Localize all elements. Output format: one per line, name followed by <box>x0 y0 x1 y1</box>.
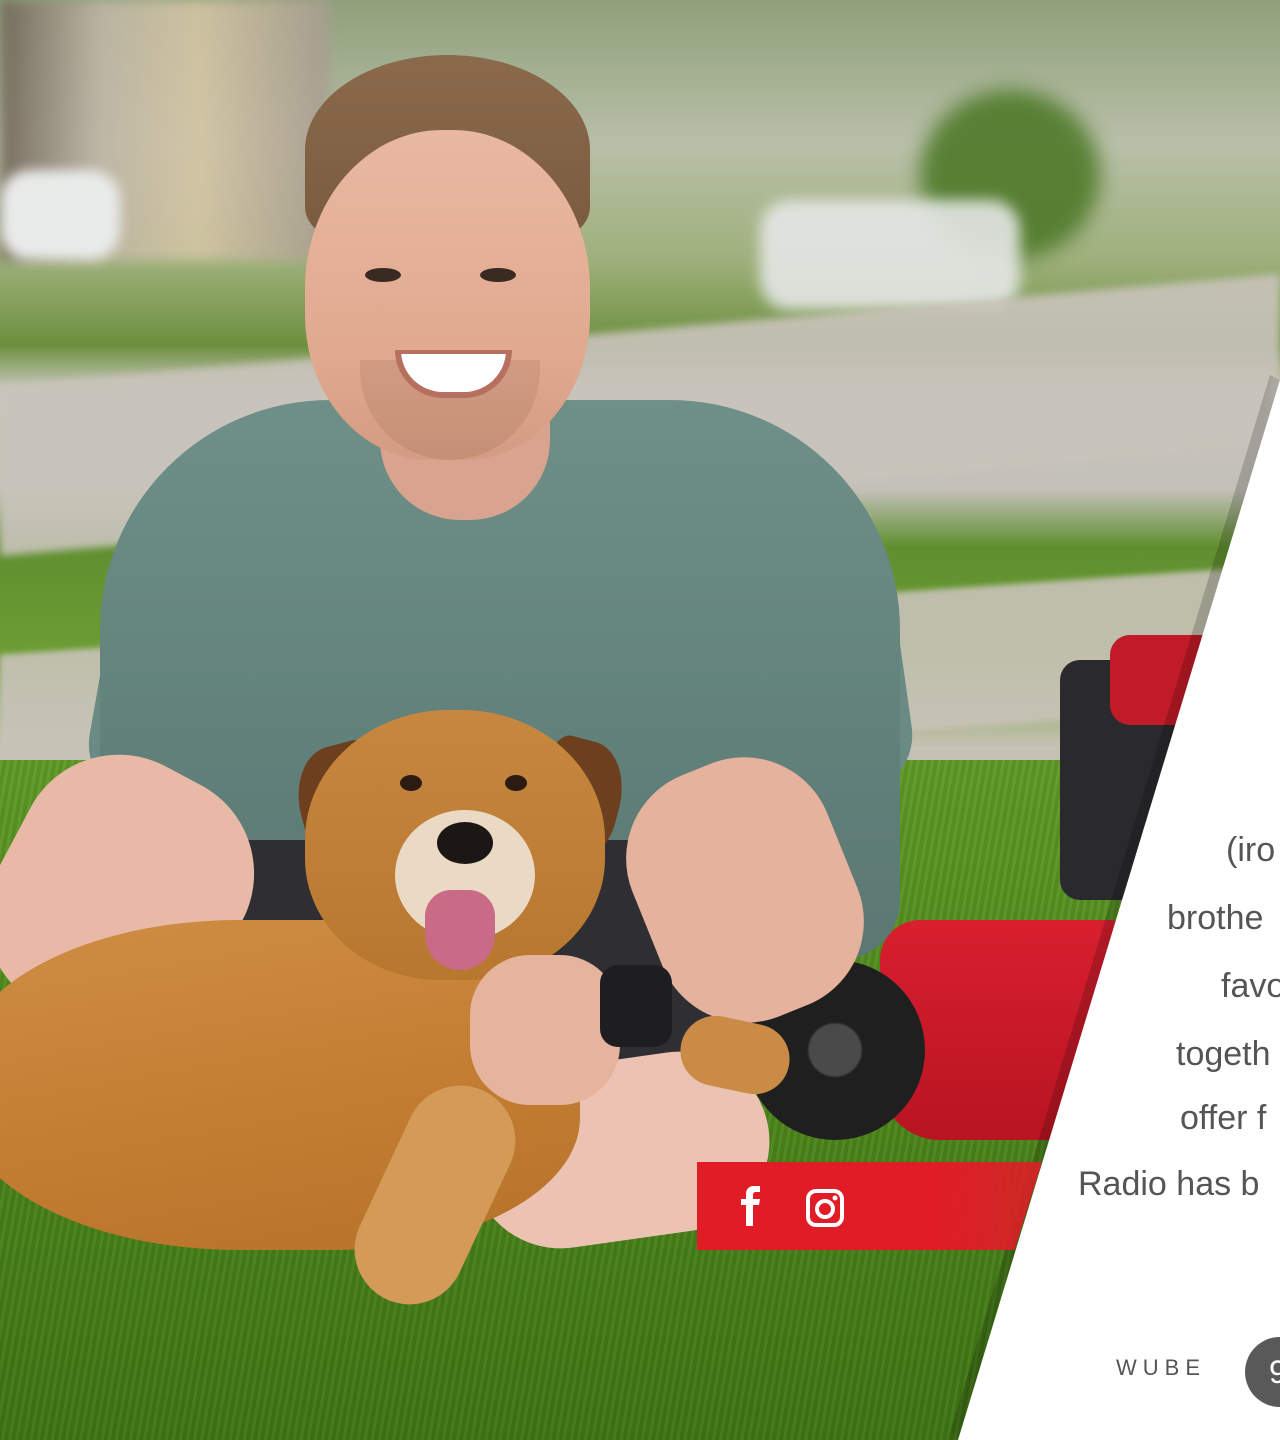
bio-line-2: brothe <box>1167 899 1264 937</box>
instagram-icon-glyph <box>806 1189 844 1227</box>
dog-eye-right <box>505 775 527 791</box>
smart-watch <box>600 965 672 1047</box>
dog-eye-left <box>400 775 422 791</box>
dog-nose <box>437 822 493 864</box>
instagram-icon[interactable] <box>806 1189 844 1227</box>
man-eye-left <box>365 268 401 282</box>
station-brand: WUBE <box>1116 1355 1206 1380</box>
bio-line-1: (iro <box>1226 831 1276 869</box>
dog-tongue <box>425 890 495 970</box>
facebook-icon[interactable] <box>735 1186 765 1226</box>
facebook-icon-glyph <box>741 1186 760 1226</box>
bio-line-3: favo <box>1221 967 1280 1005</box>
background-car <box>760 200 1020 310</box>
bio-line-5: offer f <box>1180 1099 1267 1137</box>
bio-line-4: togeth <box>1176 1035 1271 1073</box>
man-hand <box>470 955 620 1105</box>
man-eye-right <box>480 268 516 282</box>
background-car-left <box>0 170 120 260</box>
nav-circle-label: 9 <box>1269 1353 1280 1390</box>
bio-line-6: Radio has b <box>1078 1165 1260 1203</box>
